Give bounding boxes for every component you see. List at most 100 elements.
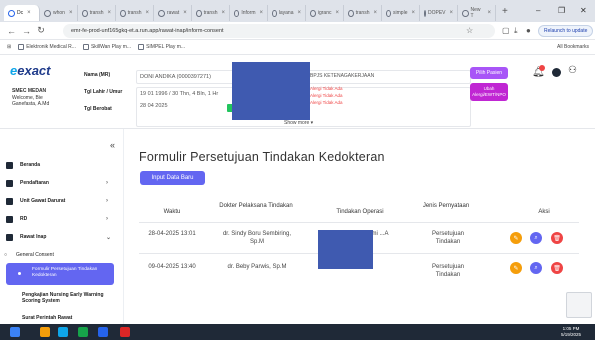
browser-tab[interactable]: rawat × [154, 5, 192, 21]
taskbar-clock: 1:05 PM 5/19/2025 [561, 326, 582, 337]
bookmark-3[interactable]: SIMPEL Play m... [138, 44, 185, 50]
pdf-icon[interactable] [120, 327, 130, 337]
apps-icon[interactable]: ⊞ [7, 44, 11, 50]
sidebar-item-pendaftaran[interactable]: Pendaftaran › [6, 177, 108, 189]
close-tab-icon[interactable]: × [107, 10, 111, 16]
browser-tab[interactable]: whon × [40, 5, 78, 21]
tab-label: Dc [17, 10, 24, 16]
tab-label: rawat [167, 10, 180, 16]
browser-tab[interactable]: transh × [78, 5, 116, 21]
close-tab-icon[interactable]: × [335, 10, 339, 16]
browser-tab[interactable]: transh × [344, 5, 382, 21]
bookmark-1[interactable]: Elektronik Medical R... [18, 44, 76, 50]
back-icon[interactable]: ← [7, 26, 16, 36]
folder-icon[interactable] [40, 327, 50, 337]
col-dokter: Dokter Pelaksana Tindakan [219, 203, 293, 209]
close-tab-icon[interactable]: × [259, 10, 263, 16]
new-tab-button[interactable]: + [502, 6, 508, 17]
url-input[interactable]: emr-fe-prod-unf165gkq-et.a.run.app/rawat… [63, 24, 495, 38]
browser-tab[interactable]: igranc × [306, 5, 344, 21]
close-tab-icon[interactable]: × [27, 10, 31, 16]
row2-delete-icon[interactable]: 🗑︎ [551, 262, 563, 274]
windows-taskbar: 1:05 PM 5/19/2025 [0, 324, 595, 340]
sidebar-item-rd[interactable]: RD › [6, 213, 108, 225]
row2-edit-icon[interactable]: ✎ [510, 262, 522, 274]
show-more-link[interactable]: Show more ▾ [284, 120, 313, 126]
tab-label: layana [278, 10, 294, 16]
label-dob: Tgl Lahir / Umur [84, 89, 123, 95]
extensions-icon[interactable]: ▢ [502, 26, 510, 35]
close-window-icon[interactable]: ✕ [580, 6, 587, 15]
row2-view-icon[interactable]: ⌕ [530, 262, 542, 274]
forward-icon[interactable]: → [22, 26, 31, 36]
close-tab-icon[interactable]: × [69, 10, 73, 16]
close-tab-icon[interactable]: × [373, 10, 377, 16]
word-icon[interactable] [98, 327, 108, 337]
reload-icon[interactable]: ↻ [37, 25, 45, 36]
recaptcha-badge[interactable] [566, 292, 592, 318]
row1-dokter: dr. Sindy Boru Sembiring, Sp.M [222, 231, 292, 245]
close-tab-icon[interactable]: × [297, 10, 301, 16]
ubah-alergi-button[interactable]: Ubah Alergi/EWT/NPO [470, 83, 508, 101]
close-tab-icon[interactable]: × [221, 10, 225, 16]
favicon-icon [272, 9, 277, 17]
favicon-icon [120, 9, 126, 17]
close-tab-icon[interactable]: × [145, 10, 149, 16]
browser-tab[interactable]: New T × [458, 5, 496, 21]
sidebar-item-ugd[interactable]: Unit Gawat Darurat › [6, 195, 108, 207]
sidebar-sub-news[interactable]: Pengkajian Nursing Early Warning Scoring… [22, 292, 114, 304]
excel-icon[interactable] [78, 327, 88, 337]
browser-tab[interactable]: DOPEV × [420, 5, 458, 21]
outlook-icon[interactable] [58, 327, 68, 337]
favicon-icon [386, 9, 392, 17]
row2-jenis: Persetujuan Tindakan [431, 264, 465, 278]
download-icon[interactable]: ⤓ [514, 26, 518, 36]
user-name: Ganefasta, A.Md [12, 101, 50, 107]
tab-label: igranc [317, 10, 332, 16]
insurance-text: BPJS KETENAGAKERJAAN [310, 73, 375, 79]
home-icon [6, 161, 13, 169]
favicon-icon [348, 9, 354, 17]
tab-label: simple [393, 10, 408, 16]
sidebar-item-beranda[interactable]: Beranda [6, 159, 40, 171]
favicon-icon [82, 9, 88, 17]
profile-icon[interactable]: ● [526, 26, 531, 35]
browser-tab[interactable]: Inform × [230, 5, 268, 21]
windows-start-icon[interactable] [10, 327, 20, 337]
collapse-sidebar-icon[interactable]: « [110, 140, 115, 150]
browser-tab[interactable]: transh × [192, 5, 230, 21]
browser-tab[interactable]: layana × [268, 5, 306, 21]
pilih-pasien-button[interactable]: Pilih Pasien [470, 67, 508, 79]
star-icon[interactable]: ☆ [466, 26, 473, 35]
row1-delete-icon[interactable]: 🗑︎ [551, 232, 563, 244]
maximize-icon[interactable]: ❐ [558, 6, 565, 15]
bookmark-2[interactable]: SkillWan Play m... [82, 44, 131, 50]
redaction-block [232, 62, 310, 120]
browser-tab[interactable]: Dc × [4, 5, 40, 21]
row1-edit-icon[interactable]: ✎ [510, 232, 522, 244]
input-data-baru-button[interactable]: Input Data Baru [140, 171, 205, 185]
tab-label: whon [53, 10, 65, 16]
close-tab-icon[interactable]: × [450, 10, 454, 16]
close-tab-icon[interactable]: × [183, 10, 187, 16]
row1-view-icon[interactable]: ⌕ [530, 232, 542, 244]
all-bookmarks[interactable]: All Bookmarks [557, 44, 589, 50]
sidebar-item-rawat-inap[interactable]: Rawat Inap ⌄ [6, 231, 111, 243]
browser-tab[interactable]: transh × [116, 5, 154, 21]
account-icon[interactable] [552, 68, 561, 77]
minimize-icon[interactable]: – [536, 6, 540, 15]
close-tab-icon[interactable]: × [411, 10, 415, 16]
sidebar-sub-surat[interactable]: Surat Perintah Rawat [22, 315, 72, 321]
sidebar-sub-general-consent[interactable]: ○ General Consent [4, 252, 54, 258]
ambulance-icon [6, 197, 13, 205]
row2-dokter: dr. Beby Parwis, Sp.M [227, 264, 287, 270]
favicon-icon [158, 9, 165, 17]
users-icon[interactable]: ⚇ [568, 65, 577, 76]
address-bar-row: ← → ↻ emr-fe-prod-unf165gkq-et.a.run.app… [0, 22, 595, 40]
update-button[interactable]: Relaunch to update [538, 25, 594, 37]
sidebar-sub-formulir-active[interactable]: Formulir Persetujuan Tindakan Kedokteran [6, 263, 114, 285]
row2-waktu: 09-04-2025 13:40 [148, 264, 196, 270]
browser-tab[interactable]: simple × [382, 5, 420, 21]
close-tab-icon[interactable]: × [487, 10, 491, 16]
favicon-icon [462, 9, 469, 17]
